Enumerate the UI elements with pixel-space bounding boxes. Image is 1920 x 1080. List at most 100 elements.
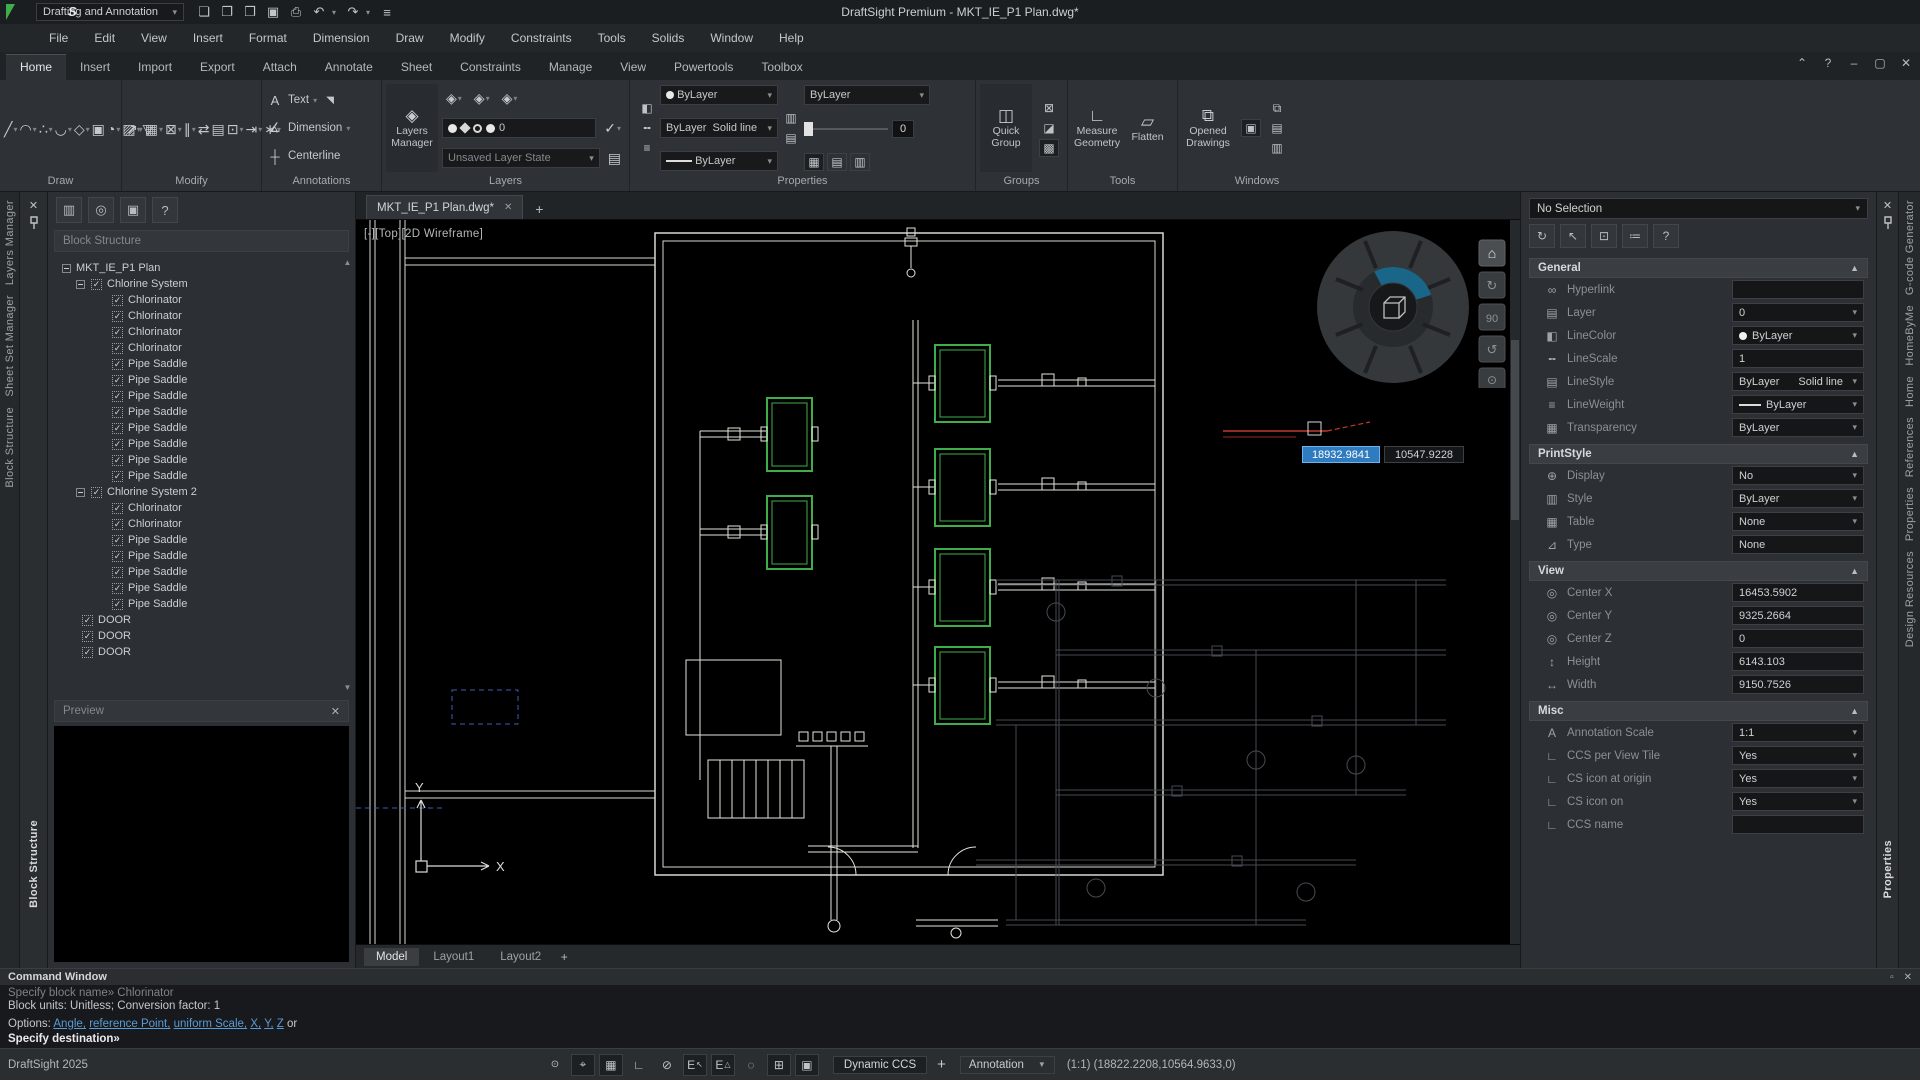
checkbox-checked-icon[interactable]: [91, 279, 102, 290]
arc-tool[interactable]: ◡▾: [55, 84, 72, 174]
layer-apply-button[interactable]: ✓▾: [600, 120, 625, 137]
tree-item[interactable]: Chlorinator: [50, 500, 355, 516]
measure-geometry-button[interactable]: ∟ Measure Geometry: [1072, 84, 1122, 172]
tab-layout1[interactable]: Layout1: [421, 948, 486, 966]
tab-sheet-set-manager[interactable]: Sheet Set Manager: [1, 295, 19, 397]
section-printstyle[interactable]: PrintStyle: [1529, 444, 1868, 464]
tree-item[interactable]: MKT_IE_P1 Plan: [50, 260, 355, 276]
tree-item[interactable]: Pipe Saddle: [50, 388, 355, 404]
trim-tool[interactable]: ⇥▾: [245, 84, 262, 174]
block-help-icon[interactable]: ?: [152, 197, 178, 223]
group-select-icon[interactable]: ▩: [1039, 139, 1059, 157]
tab-layers-manager[interactable]: Layers Manager: [1, 200, 19, 285]
block-preview-icon[interactable]: ◎: [88, 197, 114, 223]
tab-gcode-generator[interactable]: G-code Generator: [1901, 200, 1919, 295]
checkbox-checked-icon[interactable]: [112, 391, 123, 402]
cascade-windows-icon[interactable]: ⧉: [1267, 99, 1287, 117]
ribbon-tab-sheet[interactable]: Sheet: [387, 55, 446, 80]
text-tool[interactable]: AText▾◥: [266, 86, 377, 114]
add-scale-icon[interactable]: +: [937, 1056, 946, 1073]
print-icon[interactable]: ⎙: [286, 3, 306, 21]
viewport-label[interactable]: [-][Top][2D Wireframe]: [364, 228, 483, 240]
circle-tool[interactable]: ◔▾: [107, 84, 120, 174]
select-entities-icon[interactable]: ↻: [1529, 224, 1555, 248]
annotation-monitor-icon[interactable]: ⊙: [543, 1054, 567, 1076]
ribbon-tab-home[interactable]: Home: [6, 54, 66, 80]
section-view[interactable]: View: [1529, 561, 1868, 581]
menu-insert[interactable]: Insert: [182, 28, 234, 48]
tree-item[interactable]: Pipe Saddle: [50, 420, 355, 436]
expander-icon[interactable]: [62, 264, 71, 273]
drawing-canvas[interactable]: X Y [-][Top][2D Wireframe] 18932.9841 10…: [356, 220, 1520, 944]
center-x-field[interactable]: 16453.5902: [1732, 583, 1864, 602]
pointer-snap-toggle[interactable]: ⌖: [571, 1054, 595, 1076]
type-field[interactable]: None: [1732, 535, 1864, 554]
save-as-icon[interactable]: ❒: [240, 3, 260, 21]
linestyle-field[interactable]: ByLayerSolid line: [1732, 372, 1864, 391]
layer-tool-2[interactable]: ◈▾: [470, 90, 494, 107]
wheel-settings-icon[interactable]: ⊙: [1487, 373, 1497, 387]
ccs-name-field[interactable]: [1732, 815, 1864, 834]
tree-item[interactable]: Pipe Saddle: [50, 564, 355, 580]
tab-home[interactable]: Home: [1901, 376, 1919, 407]
tab-model[interactable]: Model: [364, 948, 419, 966]
option-y[interactable]: Y,: [264, 1018, 273, 1030]
active-panel-tab-block-structure[interactable]: Block Structure: [25, 820, 43, 908]
checkbox-checked-icon[interactable]: [112, 375, 123, 386]
tree-item[interactable]: Pipe Saddle: [50, 452, 355, 468]
dynamic-ccs-button[interactable]: Dynamic CCS: [833, 1056, 927, 1074]
command-close-icon[interactable]: ✕: [1904, 972, 1912, 983]
height-field[interactable]: 6143.103: [1732, 652, 1864, 671]
tab-layout2[interactable]: Layout2: [488, 948, 553, 966]
ribbon-tab-insert[interactable]: Insert: [66, 55, 124, 80]
tree-item[interactable]: Pipe Saddle: [50, 436, 355, 452]
checkbox-checked-icon[interactable]: [91, 487, 102, 498]
command-prompt[interactable]: Specify destination»: [8, 1032, 1912, 1047]
lineweight-field[interactable]: ByLayer: [1732, 395, 1864, 414]
checkbox-checked-icon[interactable]: [112, 295, 123, 306]
option-angle[interactable]: Angle,: [53, 1018, 86, 1030]
quick-group-button[interactable]: ◫ Quick Group: [980, 84, 1032, 172]
block-insert-icon[interactable]: ▣: [120, 197, 146, 223]
split-tool[interactable]: ⇄: [198, 84, 210, 174]
offset-tool[interactable]: ∥▾: [184, 84, 196, 174]
transparency-field[interactable]: ByLayer: [1732, 418, 1864, 437]
checkbox-checked-icon[interactable]: [112, 311, 123, 322]
save-icon[interactable]: ▣: [263, 3, 283, 21]
tab-close-icon[interactable]: ✕: [504, 202, 512, 213]
lineweight-icon[interactable]: ≡: [637, 139, 657, 157]
opened-drawings-button[interactable]: ⧉ Opened Drawings: [1182, 84, 1234, 172]
checkbox-checked-icon[interactable]: [112, 535, 123, 546]
tree-item[interactable]: Pipe Saddle: [50, 372, 355, 388]
section-general[interactable]: General: [1529, 258, 1868, 278]
tree-item[interactable]: DOOR: [50, 628, 355, 644]
polar-toggle[interactable]: ⊘: [655, 1054, 679, 1076]
ccs-view-tile-field[interactable]: Yes: [1732, 746, 1864, 765]
dynamic-input-x[interactable]: 18932.9841: [1302, 446, 1380, 463]
dimension-tool[interactable]: ∡Dimension▾: [266, 114, 377, 142]
expander-icon[interactable]: [76, 280, 85, 289]
option-x[interactable]: X,: [250, 1018, 261, 1030]
ribbon-tab-toolbox[interactable]: Toolbox: [747, 55, 816, 80]
navigation-wheel[interactable]: ⌂ ↻ 90 ↺ ⊙: [1311, 226, 1520, 388]
redo-dropdown-icon[interactable]: ▾: [366, 8, 374, 17]
ribbon-collapse-icon[interactable]: ⌃: [1794, 56, 1810, 70]
ribbon-tab-view[interactable]: View: [606, 55, 660, 80]
tab-design-resources[interactable]: Design Resources: [1901, 551, 1919, 647]
tree-item[interactable]: Pipe Saddle: [50, 356, 355, 372]
ribbon-tab-attach[interactable]: Attach: [249, 55, 311, 80]
option-uniform-scale[interactable]: uniform Scale,: [174, 1018, 248, 1030]
linestyle-dropdown[interactable]: ByLayer Solid line: [660, 118, 778, 138]
new-file-icon[interactable]: ❏: [194, 3, 214, 21]
tab-references[interactable]: References: [1901, 417, 1919, 477]
annotation-scale-field[interactable]: 1:1: [1732, 723, 1864, 742]
menu-edit[interactable]: Edit: [83, 28, 126, 48]
width-field[interactable]: 9150.7526: [1732, 675, 1864, 694]
command-float-icon[interactable]: ▫: [1890, 972, 1894, 983]
lineweight-dropdown[interactable]: ByLayer: [660, 151, 778, 171]
tree-item[interactable]: Pipe Saddle: [50, 468, 355, 484]
ribbon-tab-export[interactable]: Export: [186, 55, 249, 80]
ribbon-tab-manage[interactable]: Manage: [535, 55, 606, 80]
tree-scrollbar[interactable]: ▲▼: [342, 258, 353, 692]
select-box-icon[interactable]: ⊡: [1591, 224, 1617, 248]
